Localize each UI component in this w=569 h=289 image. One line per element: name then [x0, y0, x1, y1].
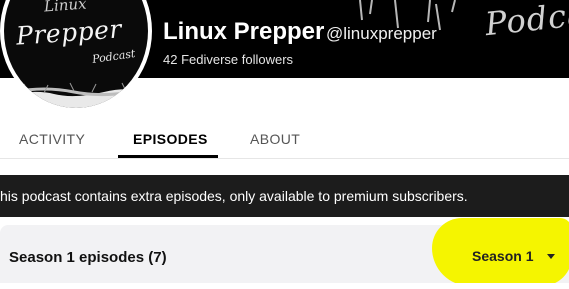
tab-activity[interactable]: ACTIVITY — [19, 131, 85, 147]
active-tab-indicator — [118, 155, 218, 158]
caret-down-icon[interactable] — [547, 254, 555, 259]
tab-episodes[interactable]: EPISODES — [133, 131, 208, 147]
tab-about[interactable]: ABOUT — [250, 131, 300, 147]
season-heading: Season 1 episodes (7) — [9, 249, 167, 266]
followers-count[interactable]: 42 Fediverse followers — [163, 52, 293, 67]
episode-list-start — [0, 283, 569, 289]
channel-tabs: ACTIVITY EPISODES ABOUT — [0, 118, 569, 159]
premium-notice-banner: his podcast contains extra episodes, onl… — [0, 175, 569, 217]
channel-name: Linux Prepper — [163, 18, 325, 45]
channel-avatar[interactable]: Linux Prepper Podcast — [0, 0, 152, 112]
channel-handle: @linuxprepper — [326, 24, 437, 43]
season-select[interactable]: Season 1 — [472, 248, 533, 264]
premium-notice-text: his podcast contains extra episodes, onl… — [0, 188, 468, 204]
